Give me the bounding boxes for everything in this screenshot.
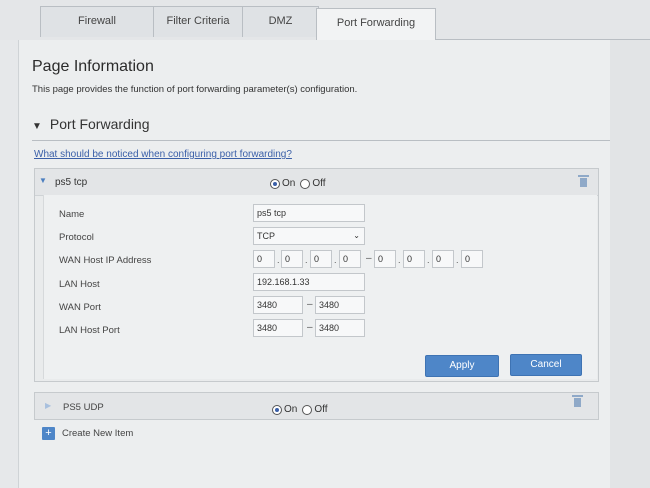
enable-radio-group: On Off <box>272 401 333 419</box>
section-divider <box>32 140 612 141</box>
trash-icon[interactable] <box>578 175 589 187</box>
cancel-button[interactable]: Cancel <box>510 354 582 376</box>
item-header[interactable]: ▼ ps5 tcp On Off <box>35 169 598 196</box>
protocol-select[interactable]: TCP ⌄ <box>253 227 365 245</box>
protocol-label: Protocol <box>59 232 94 243</box>
ip-dot: . <box>427 255 430 265</box>
range-dash: – <box>307 299 313 310</box>
page-description: This page provides the function of port … <box>32 84 358 95</box>
wan-ip-start-2[interactable]: 0 <box>281 250 303 268</box>
wan-ip-label: WAN Host IP Address <box>59 255 152 266</box>
create-new-item-label: Create New Item <box>62 428 134 439</box>
notice-link[interactable]: What should be noticed when configuring … <box>34 149 292 160</box>
lan-port-end-input[interactable]: 3480 <box>315 319 365 337</box>
wan-ip-end-4[interactable]: 0 <box>461 250 483 268</box>
radio-off[interactable] <box>302 404 313 415</box>
radio-on-label: On <box>284 404 298 416</box>
lan-host-label: LAN Host <box>59 279 100 290</box>
port-forwarding-item-ps5-udp[interactable]: ▶ PS5 UDP On Off <box>34 392 599 420</box>
port-forwarding-item-ps5-tcp: ▼ ps5 tcp On Off Name ps5 tcp Protocol TC… <box>34 168 599 382</box>
ip-dot: . <box>398 255 401 265</box>
name-label: Name <box>59 209 85 220</box>
chevron-down-icon: ⌄ <box>353 231 360 240</box>
radio-off-label: Off <box>312 178 326 190</box>
lan-port-label: LAN Host Port <box>59 325 120 336</box>
wan-ip-end-1[interactable]: 0 <box>374 250 396 268</box>
apply-button[interactable]: Apply <box>425 355 499 377</box>
section-header[interactable]: ▼ Port Forwarding <box>32 116 150 132</box>
tab-bar: Firewall Filter Criteria DMZ Port Forwar… <box>0 0 650 41</box>
tab-dmz[interactable]: DMZ <box>242 6 319 37</box>
radio-on[interactable] <box>272 404 282 415</box>
tab-firewall[interactable]: Firewall <box>40 6 154 37</box>
wan-ip-start-3[interactable]: 0 <box>310 250 332 268</box>
radio-on-label: On <box>282 178 296 190</box>
page-content: Page Information This page provides the … <box>0 40 650 488</box>
section-title: Port Forwarding <box>49 116 150 132</box>
item-name: PS5 UDP <box>63 402 104 413</box>
wan-ip-end-2[interactable]: 0 <box>403 250 425 268</box>
item-form: Name ps5 tcp Protocol TCP ⌄ WAN Host IP … <box>43 195 597 379</box>
item-name: ps5 tcp <box>55 177 88 188</box>
wan-port-label: WAN Port <box>59 302 101 313</box>
ip-dot: . <box>277 255 280 265</box>
left-sidebar <box>0 40 19 488</box>
range-dash: – <box>307 322 313 333</box>
lan-host-input[interactable]: 192.168.1.33 <box>253 273 365 291</box>
collapse-triangle-icon[interactable]: ▼ <box>32 121 42 132</box>
ip-dot: . <box>456 255 459 265</box>
wan-ip-start-1[interactable]: 0 <box>253 250 275 268</box>
wan-ip-start-4[interactable]: 0 <box>339 250 361 268</box>
ip-dot: . <box>305 255 308 265</box>
enable-radio-group: On Off <box>270 175 331 193</box>
lan-port-start-input[interactable]: 3480 <box>253 319 303 337</box>
range-dash: – <box>366 253 372 264</box>
radio-on[interactable] <box>270 178 280 189</box>
tab-port-forwarding[interactable]: Port Forwarding <box>316 8 436 41</box>
radio-off[interactable] <box>300 178 311 189</box>
right-margin <box>610 40 650 488</box>
expand-triangle-icon[interactable]: ▶ <box>45 401 51 410</box>
plus-icon: + <box>42 427 55 440</box>
wan-port-start-input[interactable]: 3480 <box>253 296 303 314</box>
trash-icon[interactable] <box>572 395 583 407</box>
tab-filter-criteria[interactable]: Filter Criteria <box>153 6 243 37</box>
ip-dot: . <box>334 255 337 265</box>
tab-bar-edge <box>0 8 40 41</box>
wan-ip-end-3[interactable]: 0 <box>432 250 454 268</box>
name-input[interactable]: ps5 tcp <box>253 204 365 222</box>
radio-off-label: Off <box>314 404 328 416</box>
protocol-value: TCP <box>257 231 275 241</box>
expand-triangle-icon[interactable]: ▼ <box>39 176 47 185</box>
page-title: Page Information <box>32 58 154 75</box>
wan-port-end-input[interactable]: 3480 <box>315 296 365 314</box>
